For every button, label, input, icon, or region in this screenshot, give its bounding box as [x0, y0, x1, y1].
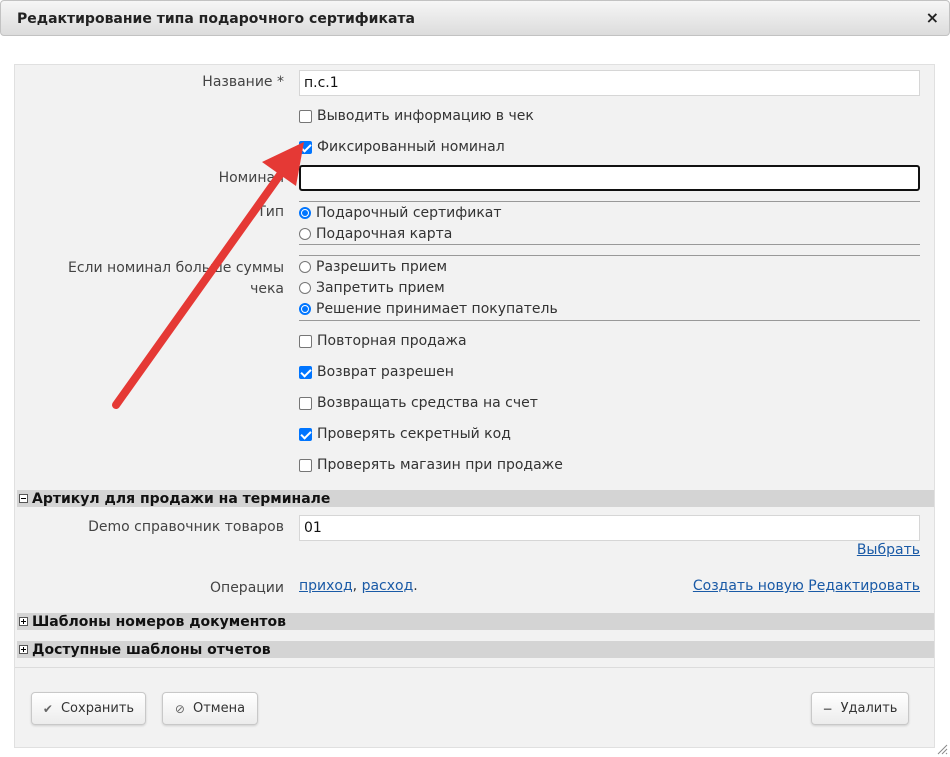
overflow-label-line1: Если номинал больше суммы	[68, 260, 284, 276]
catalog-input[interactable]	[299, 515, 920, 541]
overflow-option-deny[interactable]: Запретить прием	[299, 278, 445, 298]
check-icon: ✔	[42, 701, 53, 716]
collapse-icon[interactable]	[19, 494, 28, 503]
overflow-option-allow[interactable]: Разрешить прием	[299, 257, 447, 277]
footer-divider	[15, 667, 934, 668]
op-dot: .	[413, 578, 418, 594]
print-info-row[interactable]: Выводить информацию в чек	[299, 106, 534, 126]
type-certificate-label: Подарочный сертификат	[316, 205, 502, 221]
nominal-input[interactable]	[299, 165, 920, 191]
return-allowed-row[interactable]: Возврат разрешен	[299, 362, 454, 382]
overflow-customer-label: Решение принимает покупатель	[316, 301, 558, 317]
check-store-label: Проверять магазин при продаже	[317, 457, 563, 473]
op-comma: ,	[352, 578, 358, 594]
expand-icon[interactable]	[19, 645, 28, 654]
type-option-card[interactable]: Подарочная карта	[299, 224, 452, 244]
op-expense-link[interactable]: расход	[362, 578, 414, 594]
check-store-checkbox[interactable]	[299, 458, 312, 472]
resale-checkbox[interactable]	[299, 334, 312, 348]
doc-templates-section-title: Шаблоны номеров документов	[32, 613, 286, 630]
cancel-icon: ⊘	[174, 701, 185, 716]
operations-links: приход, расход.	[299, 578, 418, 594]
overflow-label: Если номинал больше суммы чека	[15, 258, 284, 300]
return-allowed-label: Возврат разрешен	[317, 364, 454, 380]
return-allowed-checkbox[interactable]	[299, 365, 312, 379]
edit-link[interactable]: Редактировать	[808, 578, 920, 594]
overflow-top-divider	[299, 255, 920, 256]
resale-label: Повторная продажа	[317, 333, 467, 349]
check-secret-code-row[interactable]: Проверять секретный код	[299, 424, 511, 444]
type-card-radio[interactable]	[299, 228, 311, 240]
resale-row[interactable]: Повторная продажа	[299, 331, 467, 351]
terminal-section-header[interactable]: Артикул для продажи на терминале	[17, 490, 934, 507]
overflow-deny-label: Запретить прием	[316, 280, 445, 296]
type-certificate-radio[interactable]	[299, 207, 311, 219]
refund-to-account-label: Возвращать средства на счет	[317, 395, 538, 411]
terminal-section-title: Артикул для продажи на терминале	[32, 490, 331, 507]
cancel-button[interactable]: ⊘ Отмена	[162, 692, 258, 725]
type-top-divider	[299, 201, 920, 202]
doc-templates-section-header[interactable]: Шаблоны номеров документов	[17, 613, 934, 630]
overflow-allow-radio[interactable]	[299, 261, 311, 273]
close-icon[interactable]: ×	[926, 9, 939, 27]
create-new-link[interactable]: Создать новую	[693, 578, 804, 594]
overflow-option-customer[interactable]: Решение принимает покупатель	[299, 299, 558, 319]
type-option-certificate[interactable]: Подарочный сертификат	[299, 203, 502, 223]
check-secret-code-checkbox[interactable]	[299, 427, 312, 441]
check-secret-code-label: Проверять секретный код	[317, 426, 511, 442]
type-bottom-divider	[299, 244, 920, 245]
refund-to-account-row[interactable]: Возвращать средства на счет	[299, 393, 538, 413]
type-label: Тип	[257, 204, 284, 220]
dialog-title: Редактирование типа подарочного сертифик…	[17, 11, 415, 27]
name-label: Название *	[202, 74, 284, 90]
report-templates-section-header[interactable]: Доступные шаблоны отчетов	[17, 641, 934, 658]
delete-button[interactable]: − Удалить	[811, 692, 909, 725]
edit-gift-certificate-dialog: Редактирование типа подарочного сертифик…	[0, 0, 950, 757]
overflow-customer-radio[interactable]	[299, 303, 311, 315]
expand-icon[interactable]	[19, 617, 28, 626]
save-button[interactable]: ✔ Сохранить	[31, 692, 146, 725]
minus-icon: −	[822, 701, 833, 716]
check-store-row[interactable]: Проверять магазин при продаже	[299, 455, 563, 475]
report-templates-section-title: Доступные шаблоны отчетов	[32, 641, 271, 658]
cancel-button-label: Отмена	[192, 701, 246, 716]
overflow-deny-radio[interactable]	[299, 282, 311, 294]
dialog-titlebar[interactable]: Редактирование типа подарочного сертифик…	[0, 0, 950, 36]
fixed-nominal-label: Фиксированный номинал	[317, 139, 505, 155]
delete-button-label: Удалить	[840, 701, 898, 716]
print-info-label: Выводить информацию в чек	[317, 108, 534, 124]
type-card-label: Подарочная карта	[316, 226, 453, 242]
nominal-label: Номинал	[218, 170, 284, 186]
overflow-label-line2: чека	[250, 281, 284, 297]
print-info-checkbox[interactable]	[299, 109, 312, 123]
resize-grip-icon[interactable]	[936, 743, 948, 755]
refund-to-account-checkbox[interactable]	[299, 396, 312, 410]
select-link[interactable]: Выбрать	[857, 542, 920, 558]
op-income-link[interactable]: приход	[299, 578, 353, 594]
fixed-nominal-row[interactable]: Фиксированный номинал	[299, 137, 505, 157]
save-button-label: Сохранить	[60, 701, 135, 716]
catalog-label: Demo справочник товаров	[88, 519, 284, 535]
operation-actions: Создать новую Редактировать	[693, 578, 920, 594]
overflow-allow-label: Разрешить прием	[316, 259, 448, 275]
dialog-content: Название * Выводить информацию в чек Фик…	[14, 64, 935, 748]
overflow-bottom-divider	[299, 320, 920, 321]
name-input[interactable]	[299, 70, 920, 96]
operations-label: Операции	[210, 580, 284, 596]
fixed-nominal-checkbox[interactable]	[299, 140, 312, 154]
